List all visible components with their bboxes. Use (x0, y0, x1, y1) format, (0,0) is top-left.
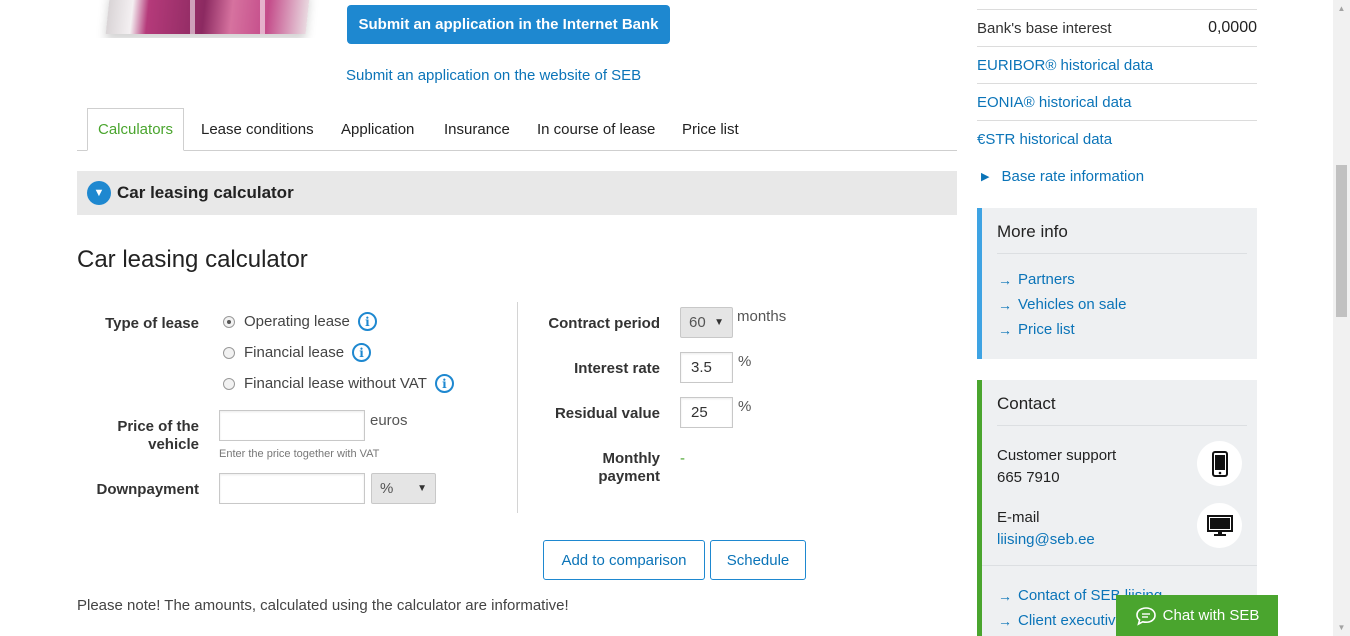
contract-period-unit: months (737, 308, 787, 325)
select-value: 60 (689, 314, 706, 331)
email-label: E-mail (997, 509, 1040, 526)
tab-in-course-of-lease[interactable]: In course of lease (537, 108, 655, 151)
radio-button[interactable] (223, 346, 235, 359)
disclaimer-note: Please note! The amounts, calculated usi… (77, 597, 569, 614)
link-label: Price list (1018, 321, 1075, 338)
base-rate-info-toggle[interactable]: ▶ Base rate information (981, 168, 1144, 185)
contract-period-select[interactable]: 60 ▼ (680, 307, 733, 338)
arrow-right-icon: → (998, 587, 1012, 604)
contract-period-label: Contract period (548, 315, 660, 332)
product-image (80, 0, 325, 38)
residual-value-unit: % (738, 398, 752, 415)
info-icon[interactable]: i (352, 343, 372, 362)
base-interest-value: 0,0000 (1208, 19, 1257, 36)
chat-bubble-icon (1135, 606, 1156, 626)
interest-rate-unit: % (738, 353, 752, 370)
more-info-title: More info (997, 222, 1068, 241)
arrow-right-icon: → (998, 296, 1012, 313)
base-interest-label: Bank's base interest (977, 19, 1112, 37)
radio-button[interactable] (223, 315, 235, 328)
internet-bank-apply-button[interactable]: Submit an application in the Internet Ba… (347, 5, 670, 44)
vehicles-on-sale-link[interactable]: → Vehicles on sale (998, 296, 1126, 313)
downpayment-unit-select[interactable]: % ▼ (371, 473, 436, 504)
website-apply-link[interactable]: Submit an application on the website of … (346, 67, 641, 84)
scroll-down-icon[interactable]: ▼ (1333, 619, 1350, 636)
interest-rate-label: Interest rate (574, 360, 660, 377)
price-unit: euros (370, 412, 408, 429)
radio-financial-lease[interactable]: Financial lease i (223, 343, 372, 362)
link-label: Client executives (1018, 612, 1132, 629)
price-input[interactable] (219, 410, 365, 441)
triangle-right-icon: ▶ (981, 171, 990, 183)
page-title: Car leasing calculator (77, 246, 308, 273)
tab-price-list[interactable]: Price list (682, 108, 739, 151)
support-label: Customer support (997, 447, 1117, 464)
downpayment-label: Downpayment (96, 481, 199, 498)
base-rate-info-label: Base rate information (1001, 168, 1145, 185)
radio-label: Financial lease without VAT (244, 375, 427, 392)
link-label: Partners (1018, 271, 1075, 288)
dropdown-arrow-icon: ▼ (417, 483, 427, 494)
radio-operating-lease[interactable]: Operating lease i (223, 312, 377, 331)
computer-icon (1197, 503, 1242, 548)
phone-icon (1197, 441, 1242, 486)
tab-calculators[interactable]: Calculators (87, 108, 185, 151)
chat-label: Chat with SEB (1162, 607, 1260, 624)
residual-value-input[interactable]: 25 (680, 397, 733, 428)
divider (982, 565, 1257, 566)
radio-label: Financial lease (244, 344, 345, 361)
tab-application[interactable]: Application (341, 108, 414, 151)
schedule-button[interactable]: Schedule (710, 540, 806, 580)
support-phone: 665 7910 (997, 469, 1060, 486)
more-info-box: More info → Partners → Vehicles on sale → P… (977, 208, 1257, 359)
link-label: Vehicles on sale (1018, 296, 1127, 313)
info-icon[interactable]: i (357, 312, 377, 331)
arrow-right-icon: → (998, 612, 1012, 629)
monthly-payment-label: Monthly payment (598, 450, 660, 485)
arrow-right-icon: → (998, 321, 1012, 338)
accordion-title: Car leasing calculator (117, 183, 294, 202)
column-divider (517, 302, 518, 513)
downpayment-input[interactable] (219, 473, 365, 504)
email-link[interactable]: liising@seb.ee (997, 531, 1095, 548)
monthly-payment-value: - (680, 450, 685, 467)
base-interest-row: Bank's base interest 0,0000 (977, 10, 1257, 47)
tab-insurance[interactable]: Insurance (444, 108, 510, 151)
radio-label: Operating lease (244, 313, 350, 330)
price-label: Price of the vehicle (117, 418, 199, 453)
divider (997, 253, 1247, 254)
radio-button[interactable] (223, 377, 235, 390)
tab-lease-conditions[interactable]: Lease conditions (201, 108, 314, 151)
arrow-right-icon: → (998, 271, 1012, 288)
info-icon[interactable]: i (434, 374, 454, 393)
scrollbar-thumb[interactable] (1336, 165, 1347, 317)
tab-bar: Calculators Lease conditions Application… (77, 108, 957, 151)
client-executives-link[interactable]: → Client executives (998, 612, 1131, 629)
price-hint: Enter the price together with VAT (219, 448, 380, 460)
scroll-up-icon[interactable]: ▲ (1333, 0, 1350, 17)
divider (997, 425, 1247, 426)
partners-link[interactable]: → Partners (998, 271, 1075, 288)
estr-link[interactable]: €STR historical data (977, 121, 1257, 158)
type-of-lease-label: Type of lease (105, 315, 199, 332)
euribor-link[interactable]: EURIBOR® historical data (977, 47, 1257, 84)
calculator-accordion-header[interactable]: ▼ Car leasing calculator (77, 171, 957, 215)
price-list-link[interactable]: → Price list (998, 321, 1075, 338)
residual-value-label: Residual value (554, 405, 660, 422)
add-to-comparison-button[interactable]: Add to comparison (543, 540, 705, 580)
radio-financial-lease-no-vat[interactable]: Financial lease without VAT i (223, 374, 454, 393)
contact-title: Contact (997, 394, 1056, 413)
interest-rate-input[interactable]: 3.5 (680, 352, 733, 383)
chat-button[interactable]: Chat with SEB (1116, 595, 1278, 636)
select-value: % (380, 480, 394, 497)
chevron-down-icon: ▼ (87, 181, 111, 205)
dropdown-arrow-icon: ▼ (714, 317, 724, 328)
scrollbar[interactable]: ▲ ▼ (1333, 0, 1350, 636)
eonia-link[interactable]: EONIA® historical data (977, 84, 1257, 121)
